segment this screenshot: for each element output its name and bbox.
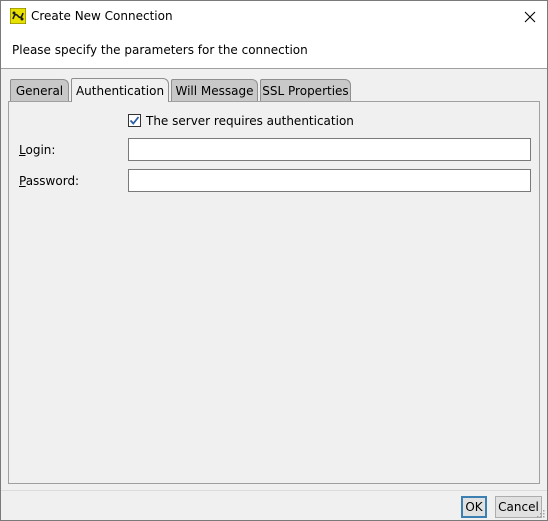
footer-divider xyxy=(1,490,547,491)
app-icon xyxy=(10,8,26,24)
password-label-text: assword: xyxy=(25,174,80,188)
tab-will-message[interactable]: Will Message xyxy=(171,79,258,101)
requires-auth-label[interactable]: The server requires authentication xyxy=(146,114,354,128)
requires-auth-checkbox[interactable] xyxy=(128,114,141,127)
tab-label: Authentication xyxy=(75,83,165,98)
ok-button[interactable]: OK xyxy=(461,496,487,518)
close-icon xyxy=(524,11,536,22)
tab-general[interactable]: General xyxy=(10,79,69,101)
dialog-window: Create New Connection Please specify the… xyxy=(0,0,548,521)
window-title: Create New Connection xyxy=(31,9,173,23)
password-label: Password: xyxy=(19,174,79,188)
login-input[interactable] xyxy=(128,138,531,161)
tab-label: Will Message xyxy=(175,83,254,98)
close-button[interactable] xyxy=(513,1,547,32)
tab-ssl-properties[interactable]: SSL Properties xyxy=(260,79,351,101)
password-input[interactable] xyxy=(128,169,531,192)
resize-grip-icon[interactable] xyxy=(535,508,545,518)
title-bar[interactable]: Create New Connection xyxy=(1,1,547,32)
login-label-text: ogin: xyxy=(25,143,56,157)
header-description: Please specify the parameters for the co… xyxy=(12,43,308,57)
password-mnemonic: P xyxy=(19,174,26,188)
header-panel: Please specify the parameters for the co… xyxy=(1,32,547,69)
tab-label: General xyxy=(15,83,64,98)
tab-authentication[interactable]: Authentication xyxy=(71,78,169,102)
checkmark-icon xyxy=(129,116,140,125)
login-label: Login: xyxy=(19,143,55,157)
tab-label: SSL Properties xyxy=(262,83,349,98)
